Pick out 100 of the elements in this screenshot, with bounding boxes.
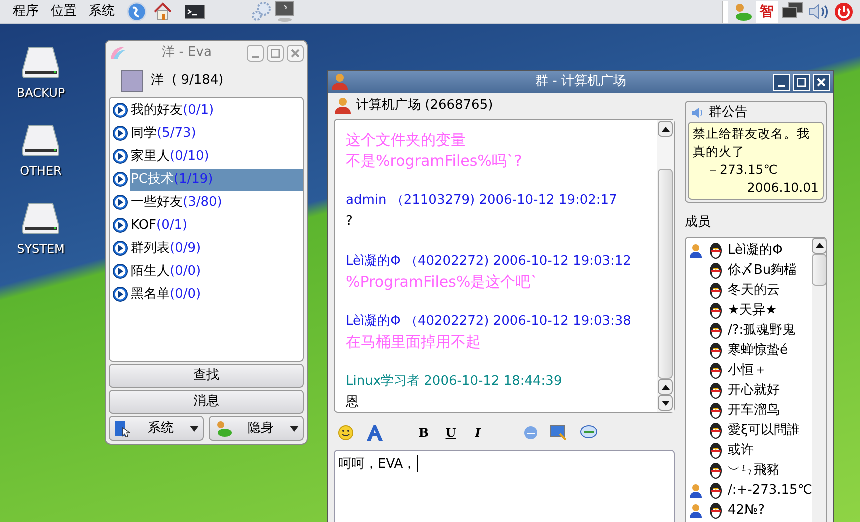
person-icon: [688, 502, 704, 518]
member-name[interactable]: 开心就好: [728, 380, 780, 400]
expand-arrow-icon: [113, 172, 128, 187]
panel-button[interactable]: 查找: [109, 364, 304, 388]
hard-drive-icon[interactable]: [21, 46, 61, 80]
desktop-icon-label[interactable]: BACKUP: [16, 84, 66, 102]
scrollbar[interactable]: [812, 238, 826, 522]
input-text: 呵呵，EVA，: [339, 456, 416, 474]
app-logo-icon: [109, 45, 127, 61]
maximize-icon: [271, 48, 280, 58]
power-icon[interactable]: [834, 2, 854, 22]
penguin-avatar-icon: [707, 242, 725, 260]
desktop-icon-label[interactable]: OTHER: [20, 162, 62, 180]
message-text: 这个文件夹的变量: [346, 130, 467, 151]
penguin-avatar-icon: [707, 402, 725, 420]
scrollbar[interactable]: [657, 120, 674, 412]
scroll-arrow-button[interactable]: [658, 121, 673, 137]
scroll-arrow-button[interactable]: [658, 395, 673, 411]
member-name[interactable]: /?:孤魂野鬼: [728, 320, 796, 340]
up-arrow-icon: [816, 243, 824, 248]
penguin-avatar-icon: [707, 322, 725, 340]
penguin-avatar-icon: [707, 282, 725, 300]
home-icon[interactable]: [153, 2, 173, 22]
scrollbar-thumb[interactable]: [812, 254, 826, 286]
expand-arrow-icon: [113, 103, 128, 118]
screenshot-icon[interactable]: [550, 424, 568, 442]
member-name[interactable]: 伱〆Bu夠檔: [728, 260, 798, 280]
chat-bubble-icon[interactable]: [580, 424, 598, 440]
terminal-icon[interactable]: [185, 4, 205, 18]
penguin-avatar-icon: [707, 262, 725, 280]
expand-arrow-icon: [113, 126, 128, 141]
member-name[interactable]: Lèì凝的Φ: [728, 240, 783, 260]
window-title: 洋 - Eva: [161, 44, 213, 62]
panel-menu[interactable]: 系统: [89, 2, 127, 22]
notice-date: 2006.10.01: [747, 179, 819, 197]
globe-icon[interactable]: [127, 2, 147, 22]
panel-menu[interactable]: 程序: [0, 2, 51, 22]
penguin-avatar-icon: [707, 502, 725, 520]
format-button[interactable]: U: [445, 424, 457, 442]
member-name[interactable]: 愛ξ可以問誰: [728, 420, 800, 440]
notice-title: 群公告: [709, 104, 748, 122]
message-text: 在马桶里面掉用不起: [346, 332, 482, 353]
members-label: 成员: [685, 214, 712, 232]
group-item[interactable]: 黑名单(0/0): [130, 284, 303, 306]
caret-icon: [290, 426, 299, 432]
scrollbar-thumb[interactable]: [658, 169, 673, 379]
panel-button[interactable]: 消息: [109, 390, 304, 414]
window-title: 群 - 计算机广场: [534, 73, 628, 92]
network-icon[interactable]: [782, 2, 804, 22]
expand-arrow-icon: [113, 287, 128, 302]
format-button[interactable]: I: [472, 424, 484, 442]
member-name[interactable]: 冬天的云: [728, 280, 780, 300]
message-header: Linux学习者 2006-10-12 18:44:39: [346, 373, 564, 391]
caret-icon: [190, 426, 199, 432]
group-item[interactable]: 家里人(0/10): [130, 146, 303, 168]
smiley-icon[interactable]: [338, 424, 354, 440]
scroll-arrow-button[interactable]: [812, 238, 826, 254]
dropdown-button[interactable]: 系统: [109, 416, 204, 441]
message-header: admin （21103279) 2006-10-12 19:02:17: [346, 192, 618, 210]
desktop-icon-label[interactable]: SYSTEM: [17, 240, 65, 258]
group-name: 计算机广场 (2668765): [356, 97, 494, 116]
member-name[interactable]: ︶ㄣ飛豬: [728, 460, 780, 480]
expand-arrow-icon: [113, 149, 128, 164]
maximize-icon: [797, 78, 806, 86]
message-input-field[interactable]: 呵呵，EVA，: [334, 450, 675, 522]
volume-icon[interactable]: [808, 2, 830, 22]
group-item[interactable]: 一些好友(3/80): [130, 192, 303, 214]
member-name[interactable]: ★天异★: [728, 300, 778, 320]
group-item[interactable]: 陌生人(0/0): [130, 260, 303, 282]
scroll-arrow-button[interactable]: [658, 379, 673, 395]
message-header: Lèì凝的Φ （40202272) 2006-10-12 19:03:12: [346, 253, 632, 271]
format-button[interactable]: B: [418, 424, 430, 442]
notice-text: 禁止给群友改名。我真的火了: [693, 125, 811, 161]
group-item[interactable]: 同学(5/73): [130, 122, 303, 144]
member-name[interactable]: 或许: [728, 440, 754, 460]
hard-drive-icon[interactable]: [21, 202, 61, 236]
message-text: ?: [346, 213, 354, 231]
expand-arrow-icon: [113, 195, 128, 210]
input-method-indicator[interactable]: 智: [756, 0, 778, 22]
panel-handle[interactable]: [722, 0, 728, 22]
up-arrow-icon: [662, 126, 670, 132]
member-name[interactable]: 寒蝉惊蛰é: [728, 340, 788, 360]
panel-menu[interactable]: 位置: [51, 2, 89, 22]
group-item[interactable]: 我的好友(0/1): [130, 100, 303, 122]
member-name[interactable]: 小恒＋: [728, 360, 767, 380]
up-arrow-icon: [662, 384, 670, 390]
group-item[interactable]: KOF(0/1): [130, 214, 303, 236]
font-icon[interactable]: [366, 424, 384, 442]
member-name[interactable]: 42№?: [728, 500, 765, 520]
speaker-icon: [691, 106, 705, 120]
minimize-icon: [778, 84, 785, 86]
penguin-avatar-icon: [707, 342, 725, 360]
expand-arrow-icon: [113, 241, 128, 256]
member-name[interactable]: 开车溜鸟: [728, 400, 780, 420]
monitor-icon[interactable]: [275, 0, 295, 22]
hard-drive-icon[interactable]: [21, 124, 61, 158]
member-name[interactable]: /:+-273.15℃: [728, 480, 812, 500]
dropdown-button[interactable]: 隐身: [209, 416, 304, 441]
close-icon: [817, 78, 826, 86]
group-item[interactable]: 群列表(0/9): [130, 238, 303, 260]
